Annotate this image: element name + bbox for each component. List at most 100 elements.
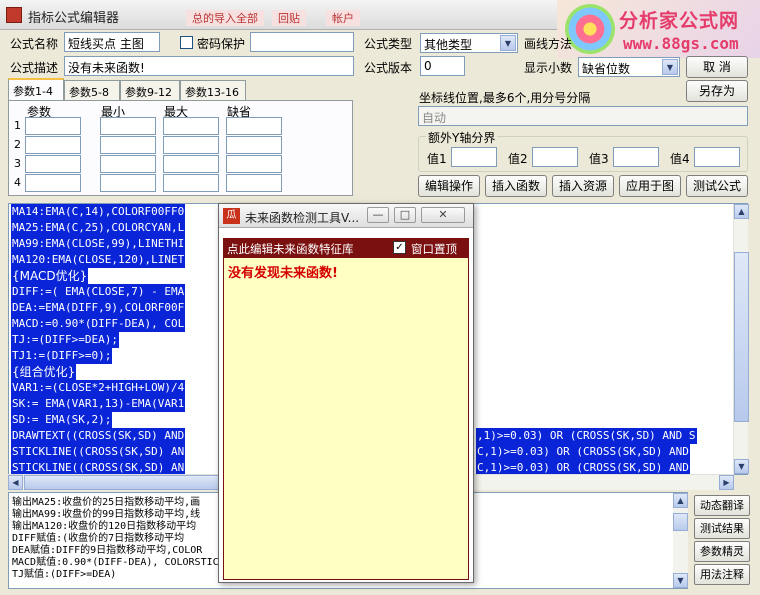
save-as-button[interactable]: 另存为 bbox=[686, 80, 748, 102]
code-line-tail: C,1)>=0.03) OR (CROSS(SK,SD) AND bbox=[476, 460, 690, 474]
background-menu-item[interactable]: 帐户 bbox=[326, 10, 360, 26]
param-min-input[interactable] bbox=[100, 117, 156, 135]
param-default-input[interactable] bbox=[226, 117, 282, 135]
usage-notes-button[interactable]: 用法注释 bbox=[694, 564, 750, 585]
y-value-4-input[interactable] bbox=[694, 147, 740, 167]
code-line-tail: ,1)>=0.03) OR (CROSS(SK,SD) AND S bbox=[476, 428, 697, 444]
maximize-icon[interactable]: □ bbox=[394, 207, 416, 223]
dynamic-translate-button[interactable]: 动态翻译 bbox=[694, 495, 750, 516]
background-menu-item[interactable]: 总的导入全部 bbox=[186, 10, 264, 26]
param-default-input[interactable] bbox=[226, 136, 282, 154]
insert-resource-button[interactable]: 插入资源 bbox=[552, 175, 614, 197]
decimal-label: 显示小数 bbox=[524, 61, 573, 75]
param-min-input[interactable] bbox=[100, 136, 156, 154]
y-value-label: 值4 bbox=[670, 152, 690, 166]
feature-library-header[interactable]: 点此编辑未来函数特征库 ✓ 窗口置顶 bbox=[223, 238, 469, 258]
apply-to-chart-button[interactable]: 应用于图 bbox=[619, 175, 681, 197]
tab-params-13-16[interactable]: 参数13-16 bbox=[180, 80, 246, 100]
code-line: MACD:=0.90*(DIFF-DEA), COL bbox=[11, 316, 186, 332]
formula-name-input[interactable]: 短线买点 主图 bbox=[64, 32, 160, 52]
y-value-label: 值2 bbox=[508, 152, 528, 166]
edit-feature-library-link[interactable]: 点此编辑未来函数特征库 bbox=[227, 241, 354, 257]
output-line: DEA赋值:DIFF的9日指数移动平均,COLOR bbox=[12, 545, 203, 556]
param-name-input[interactable] bbox=[25, 174, 81, 192]
always-on-top-checkbox[interactable]: ✓ bbox=[393, 241, 406, 254]
background-menu-item[interactable]: 回贴 bbox=[272, 10, 306, 26]
code-line: SD:= EMA(SK,2); bbox=[11, 412, 113, 428]
code-line-tail: C,1)>=0.03) OR (CROSS(SK,SD) AND bbox=[476, 444, 690, 460]
site-logo: 分析家公式网 www.88gs.com bbox=[557, 0, 760, 58]
detection-result-area: 没有发现未来函数! bbox=[223, 258, 469, 580]
editor-vertical-scrollbar[interactable]: ▲ ▼ bbox=[733, 204, 749, 474]
output-scrollbar[interactable]: ▲ ▼ bbox=[673, 493, 688, 588]
row-number: 3 bbox=[14, 157, 21, 170]
param-name-input[interactable] bbox=[25, 155, 81, 173]
param-default-input[interactable] bbox=[226, 174, 282, 192]
formula-desc-input[interactable]: 没有未来函数! bbox=[64, 56, 354, 76]
code-line: TJ1:=(DIFF>=0); bbox=[11, 348, 113, 364]
row-number: 4 bbox=[14, 176, 21, 189]
param-name-input[interactable] bbox=[25, 136, 81, 154]
param-min-input[interactable] bbox=[100, 155, 156, 173]
password-checkbox[interactable] bbox=[180, 36, 193, 49]
y-value-label: 值1 bbox=[427, 152, 447, 166]
formula-version-input[interactable]: 0 bbox=[420, 56, 465, 76]
param-min-input[interactable] bbox=[100, 174, 156, 192]
scroll-thumb[interactable] bbox=[673, 513, 688, 531]
scroll-up-icon[interactable]: ▲ bbox=[673, 493, 688, 508]
param-max-input[interactable] bbox=[163, 174, 219, 192]
scroll-left-icon[interactable]: ◀ bbox=[8, 475, 23, 490]
scroll-down-icon[interactable]: ▼ bbox=[734, 459, 749, 474]
logo-brand: 分析家公式网 bbox=[619, 10, 740, 32]
scroll-down-icon[interactable]: ▼ bbox=[673, 573, 688, 588]
minimize-icon[interactable]: — bbox=[367, 207, 389, 223]
param-default-input[interactable] bbox=[226, 155, 282, 173]
tab-params-9-12[interactable]: 参数9-12 bbox=[120, 80, 180, 100]
code-line: {组合优化} bbox=[11, 364, 77, 380]
y-value-label: 值3 bbox=[589, 152, 609, 166]
axis-position-input[interactable]: 自动 bbox=[418, 106, 748, 126]
tab-params-1-4[interactable]: 参数1-4 bbox=[8, 78, 64, 100]
popup-title-bar[interactable]: 瓜 未来函数检测工具V... — □ ✕ bbox=[219, 204, 473, 228]
chevron-down-icon[interactable]: ▼ bbox=[662, 59, 678, 75]
code-line: TJ:=(DIFF>=DEA); bbox=[11, 332, 119, 348]
param-max-input[interactable] bbox=[163, 117, 219, 135]
decimal-select[interactable]: 缺省位数 ▼ bbox=[578, 57, 680, 77]
scroll-right-icon[interactable]: ▶ bbox=[719, 475, 734, 490]
app-icon bbox=[6, 7, 22, 23]
scroll-up-icon[interactable]: ▲ bbox=[734, 204, 749, 219]
code-line: MA120:EMA(CLOSE,120),LINET bbox=[11, 252, 186, 268]
chevron-down-icon[interactable]: ▼ bbox=[500, 35, 516, 51]
code-line: MA99:EMA(CLOSE,99),LINETHI bbox=[11, 236, 186, 252]
close-icon[interactable]: ✕ bbox=[421, 207, 465, 223]
cancel-button[interactable]: 取 消 bbox=[686, 56, 748, 78]
param-max-input[interactable] bbox=[163, 136, 219, 154]
password-input[interactable] bbox=[250, 32, 354, 52]
code-line: STICKLINE((CROSS(SK,SD) AN bbox=[11, 460, 186, 474]
insert-function-button[interactable]: 插入函数 bbox=[485, 175, 547, 197]
tab-params-5-8[interactable]: 参数5-8 bbox=[64, 80, 120, 100]
y-value-1-input[interactable] bbox=[451, 147, 497, 167]
output-line: 输出MA120:收盘价的120日指数移动平均 bbox=[12, 521, 197, 532]
code-line: DRAWTEXT((CROSS(SK,SD) AND bbox=[11, 428, 186, 444]
app-icon: 瓜 bbox=[223, 208, 240, 224]
test-formula-button[interactable]: 测试公式 bbox=[686, 175, 748, 197]
formula-desc-label: 公式描述 bbox=[10, 61, 59, 75]
param-wizard-button[interactable]: 参数精灵 bbox=[694, 541, 750, 562]
formula-type-label: 公式类型 bbox=[364, 37, 413, 51]
test-result-button[interactable]: 测试结果 bbox=[694, 518, 750, 539]
edit-operation-button[interactable]: 编辑操作 bbox=[418, 175, 480, 197]
code-line: MA14:EMA(C,14),COLORF00FF0 bbox=[11, 204, 186, 220]
scroll-thumb[interactable] bbox=[734, 252, 749, 422]
formula-type-select[interactable]: 其他类型 ▼ bbox=[420, 33, 518, 53]
output-line: DIFF赋值:(收盘价的7日指数移动平均 bbox=[12, 533, 185, 544]
y-value-2-input[interactable] bbox=[532, 147, 578, 167]
param-max-input[interactable] bbox=[163, 155, 219, 173]
code-line: MA25:EMA(C,25),COLORCYAN,L bbox=[11, 220, 186, 236]
param-name-input[interactable] bbox=[25, 117, 81, 135]
y-value-3-input[interactable] bbox=[613, 147, 659, 167]
formula-name-label: 公式名称 bbox=[10, 37, 59, 51]
always-on-top-label: 窗口置顶 bbox=[411, 242, 457, 256]
popup-title: 未来函数检测工具V... bbox=[245, 211, 360, 225]
output-line: MACD赋值:0.90*(DIFF-DEA), COLORSTIC bbox=[12, 557, 219, 568]
